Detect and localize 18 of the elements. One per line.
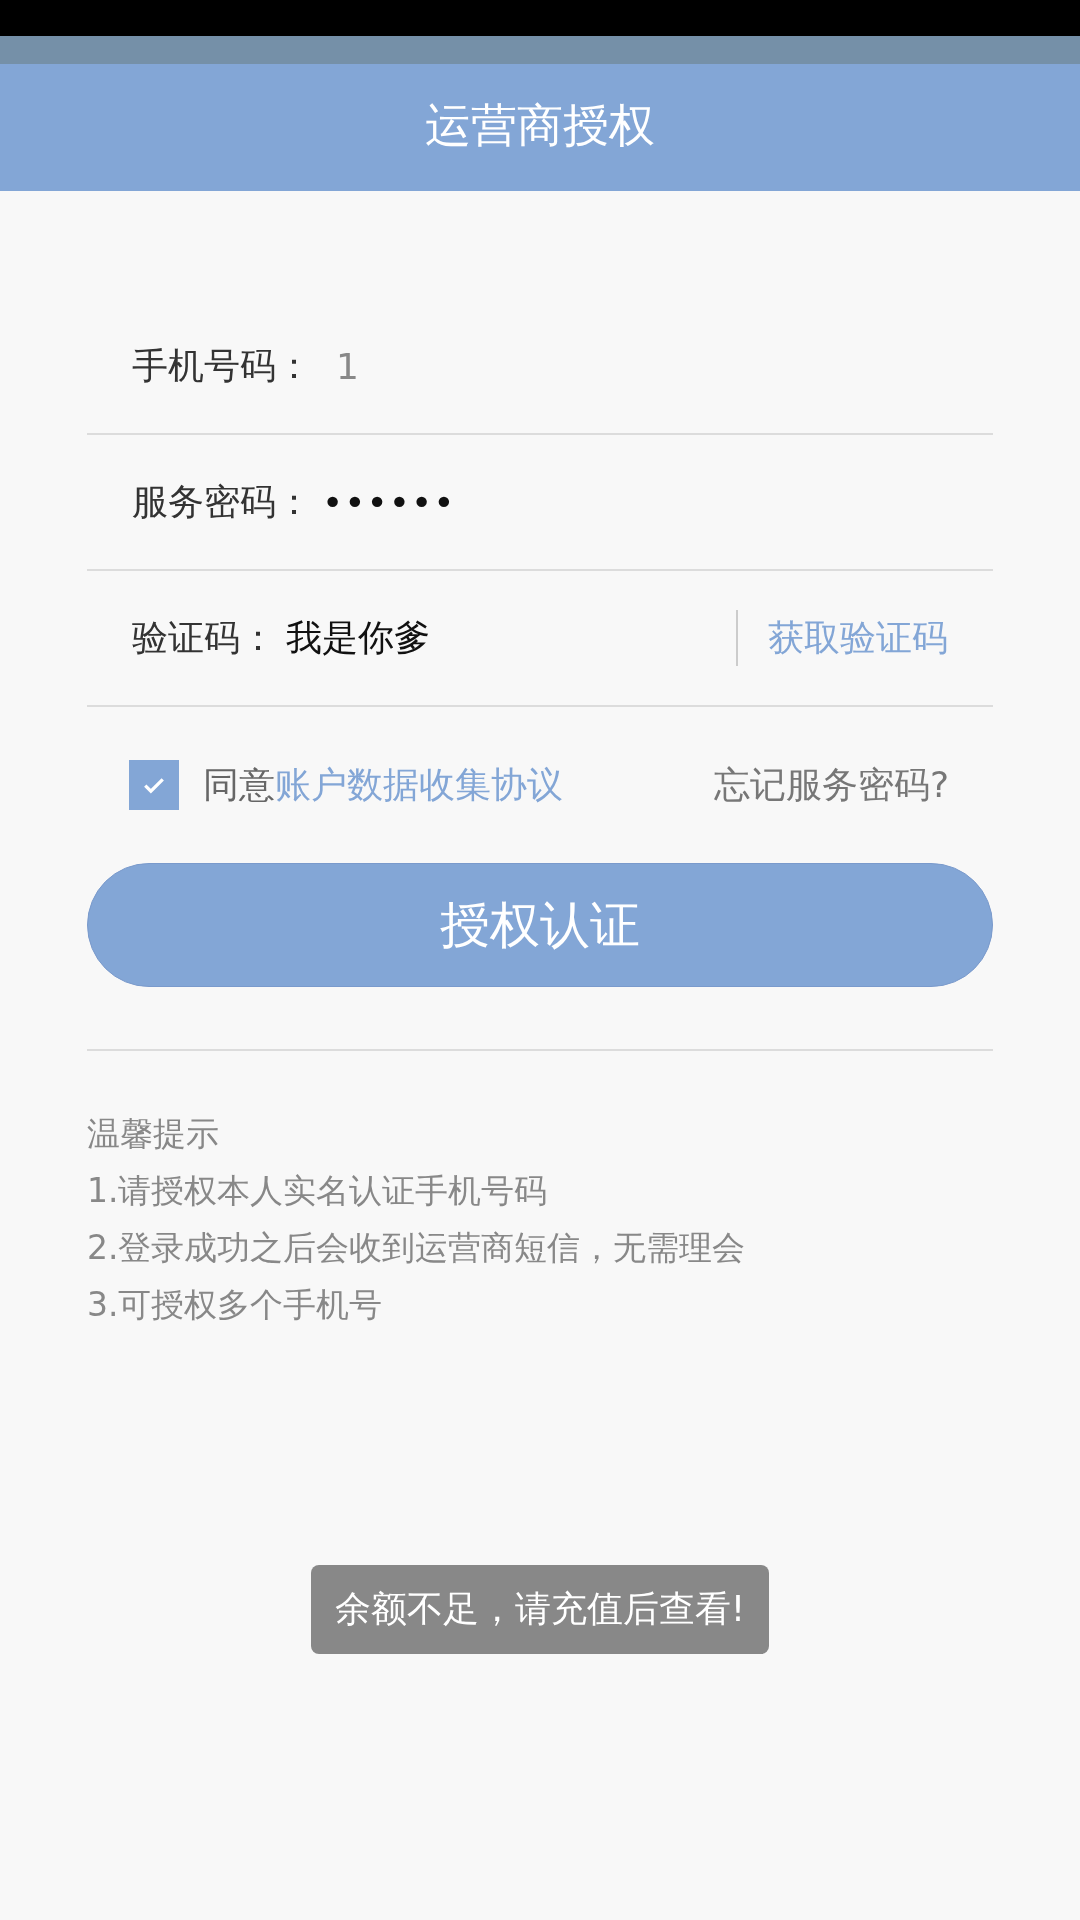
agreement-text: 同意账户数据收集协议 bbox=[203, 762, 563, 807]
tips-title: 温馨提示 bbox=[87, 1113, 220, 1154]
forgot-password-link[interactable]: 忘记服务密码? bbox=[713, 760, 949, 810]
input-field[interactable]: 1 bbox=[312, 345, 359, 387]
input-field[interactable]: •••••• bbox=[312, 481, 456, 523]
get-code-link[interactable]: 获取验证码 bbox=[768, 613, 948, 663]
tip-text: 2.登录成功之后会收到运营商短信，无需理会 bbox=[87, 1227, 747, 1268]
toast-message: 余额不足，请充值后查看! bbox=[310, 1565, 770, 1654]
authorize-button[interactable]: 授权认证 bbox=[87, 863, 993, 987]
tip-text: 1.请授权本人实名认证手机号码 bbox=[87, 1170, 549, 1211]
agreement-link[interactable]: 账户数据收集协议 bbox=[275, 763, 563, 805]
page-title: 运营商授权 bbox=[425, 96, 655, 154]
tip-text: 3.可授权多个手机号 bbox=[87, 1284, 384, 1325]
field-label: 验证码： bbox=[132, 615, 276, 660]
field-label: 服务密码： bbox=[132, 479, 312, 524]
input-field[interactable]: 我是你爹 bbox=[276, 613, 430, 663]
checkbox[interactable] bbox=[129, 760, 179, 810]
field-label: 手机号码： bbox=[132, 343, 312, 388]
